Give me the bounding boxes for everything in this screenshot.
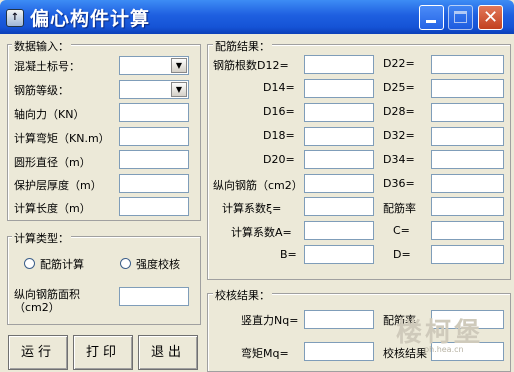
d25-field[interactable] xyxy=(431,79,504,98)
rebar-calc-label[interactable]: 配筋计算 xyxy=(40,256,84,272)
cover-label: 保护层厚度（m） xyxy=(14,179,102,192)
minimize-icon xyxy=(426,20,436,23)
rebar-ratio-field[interactable] xyxy=(431,197,504,216)
axial-force-field[interactable] xyxy=(119,103,189,122)
d16-label: D16= xyxy=(263,105,295,118)
d16-field[interactable] xyxy=(304,103,374,122)
d18-label: D18= xyxy=(263,129,295,142)
title-bar: ↑ 偏心构件计算 ✕ xyxy=(0,0,514,34)
watermark-logo: 楼柯堡 xyxy=(396,318,484,348)
cover-field[interactable] xyxy=(119,174,189,193)
d14-label: D14= xyxy=(263,81,295,94)
nq-field[interactable] xyxy=(304,310,374,329)
coef-d-field[interactable] xyxy=(431,245,504,264)
d20-field[interactable] xyxy=(304,150,374,169)
d20-label: D20= xyxy=(263,153,295,166)
rebar-area-field[interactable] xyxy=(119,287,189,306)
axial-force-label: 轴向力（KN） xyxy=(14,108,85,121)
long-rebar-field[interactable] xyxy=(304,174,374,193)
xi-field[interactable] xyxy=(304,197,374,216)
mq-label: 弯矩Mq= xyxy=(241,347,289,360)
print-button[interactable]: 打印 xyxy=(73,335,133,370)
d22-field[interactable] xyxy=(431,55,504,74)
long-rebar-label: 纵向钢筋（cm2） xyxy=(213,179,303,192)
d32-field[interactable] xyxy=(431,127,504,146)
watermark-url: ph.hea.cn xyxy=(424,345,464,354)
rebar-ratio-label: 配筋率 xyxy=(383,202,416,215)
d14-field[interactable] xyxy=(304,79,374,98)
maximize-icon xyxy=(454,11,467,23)
coef-d-label: D= xyxy=(393,248,411,261)
rebar-count-label: 钢筋根数D12= xyxy=(213,59,289,72)
rebar-result-legend: 配筋结果： xyxy=(213,38,272,54)
diameter-field[interactable] xyxy=(119,150,189,169)
d28-field[interactable] xyxy=(431,103,504,122)
moment-field[interactable] xyxy=(119,127,189,146)
mq-field[interactable] xyxy=(304,342,374,361)
d18-field[interactable] xyxy=(304,127,374,146)
rebar-calc-radio[interactable] xyxy=(24,258,35,269)
d32-label: D32= xyxy=(383,129,415,142)
coef-a-label: 计算系数A= xyxy=(231,226,292,239)
nq-label: 竖直力Nq= xyxy=(241,314,299,327)
steel-grade-label: 钢筋等级： xyxy=(14,84,69,97)
d34-label: D34= xyxy=(383,153,415,166)
exit-button[interactable]: 退出 xyxy=(138,335,198,370)
concrete-grade-select[interactable]: ▼ xyxy=(119,56,189,75)
window-title: 偏心构件计算 xyxy=(30,8,151,30)
d36-label: D36= xyxy=(383,177,415,190)
length-label: 计算长度（m） xyxy=(14,202,91,215)
data-input-legend: 数据输入： xyxy=(12,38,71,54)
steel-grade-select[interactable]: ▼ xyxy=(119,80,189,99)
close-icon: ✕ xyxy=(482,7,499,28)
chevron-down-icon[interactable]: ▼ xyxy=(171,58,187,73)
coef-b-label: B= xyxy=(280,248,297,261)
close-button[interactable]: ✕ xyxy=(478,5,503,30)
run-button[interactable]: 运行 xyxy=(8,335,68,370)
d22-label: D22= xyxy=(383,57,415,70)
rebar-area-unit: （cm2） xyxy=(14,301,60,314)
app-icon[interactable]: ↑ xyxy=(6,9,24,27)
length-field[interactable] xyxy=(119,197,189,216)
maximize-button[interactable] xyxy=(448,5,473,30)
d25-label: D25= xyxy=(383,81,415,94)
coef-c-label: C= xyxy=(393,224,410,237)
diameter-label: 圆形直径（m） xyxy=(14,156,91,169)
coef-c-field[interactable] xyxy=(431,221,504,240)
coef-b-field[interactable] xyxy=(304,245,374,264)
xi-label: 计算系数ξ= xyxy=(222,202,282,215)
calc-type-legend: 计算类型： xyxy=(12,230,71,246)
d12-field[interactable] xyxy=(304,55,374,74)
coef-a-field[interactable] xyxy=(304,221,374,240)
chevron-down-icon[interactable]: ▼ xyxy=(171,82,187,97)
strength-check-radio[interactable] xyxy=(120,258,131,269)
check-result-legend: 校核结果： xyxy=(213,287,272,303)
moment-label: 计算弯矩（KN.m） xyxy=(14,132,110,145)
d28-label: D28= xyxy=(383,105,415,118)
d34-field[interactable] xyxy=(431,150,504,169)
minimize-button[interactable] xyxy=(419,5,444,30)
strength-check-label[interactable]: 强度校核 xyxy=(136,256,180,272)
concrete-grade-label: 混凝土标号： xyxy=(14,60,80,73)
d36-field[interactable] xyxy=(431,174,504,193)
